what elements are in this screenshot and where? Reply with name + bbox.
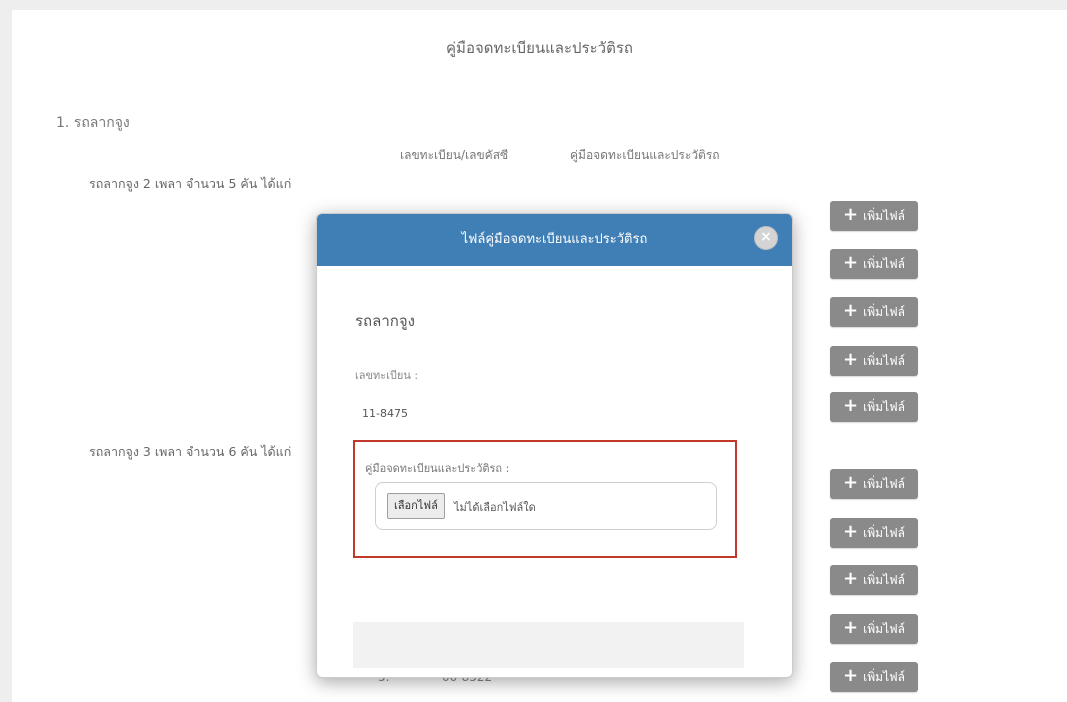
vehicle-type: รถลากจูง xyxy=(355,312,415,330)
registration-label: เลขทะเบียน : xyxy=(355,369,419,382)
file-field-label: คู่มือจดทะเบียนและประวัติรถ : xyxy=(365,462,510,475)
modal-title: ไฟล์คู่มือจดทะเบียนและประวัติรถ xyxy=(461,232,648,247)
modal-header: ไฟล์คู่มือจดทะเบียนและประวัติรถ × xyxy=(317,214,792,266)
no-file-text: ไม่ได้เลือกไฟล์ใด xyxy=(454,501,536,514)
file-field-highlight: คู่มือจดทะเบียนและประวัติรถ : เลือกไฟล์ … xyxy=(353,440,737,558)
file-upload-modal: ไฟล์คู่มือจดทะเบียนและประวัติรถ × รถลากจ… xyxy=(316,213,793,678)
file-input[interactable]: เลือกไฟล์ ไม่ได้เลือกไฟล์ใด xyxy=(375,482,717,530)
close-icon[interactable]: × xyxy=(754,226,778,250)
registration-value: 11-8475 xyxy=(362,407,408,420)
modal-footer xyxy=(353,622,744,668)
page-content: คู่มือจดทะเบียนและประวัติรถ 1. รถลากจูง … xyxy=(12,10,1067,702)
choose-file-button[interactable]: เลือกไฟล์ xyxy=(387,493,445,519)
